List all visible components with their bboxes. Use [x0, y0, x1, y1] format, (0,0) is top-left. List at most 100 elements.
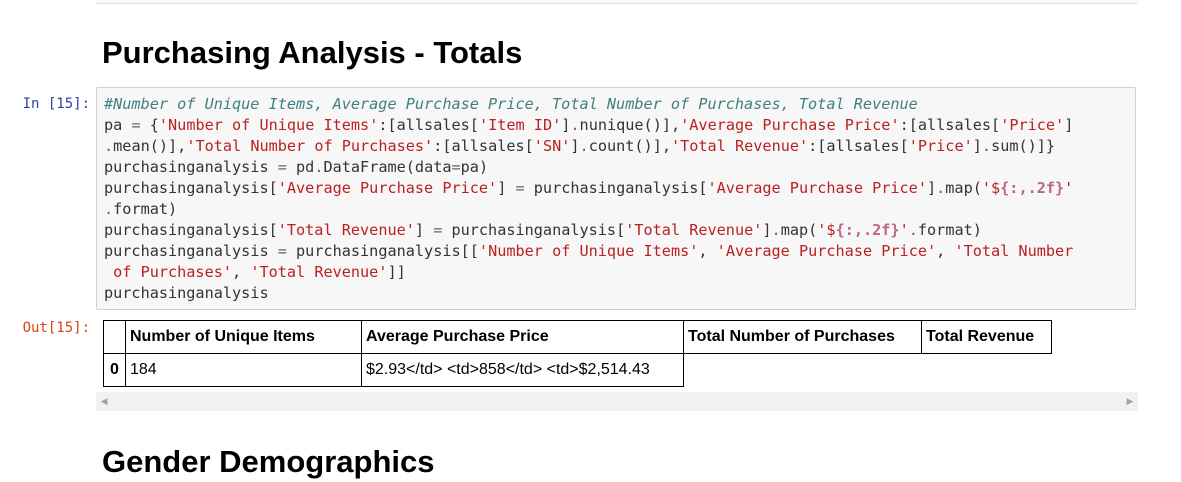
- code-token: 'Average Purchase Price': [716, 242, 937, 260]
- code-line: purchasinganalysis: [104, 283, 1129, 304]
- code-token: ,: [698, 242, 717, 260]
- code-lines: #Number of Unique Items, Average Purchas…: [104, 94, 1129, 304]
- code-token: ]: [926, 179, 937, 197]
- code-token: pd: [286, 158, 315, 176]
- horizontal-scrollbar[interactable]: ◀ ▶: [96, 392, 1138, 411]
- code-token: 'Price': [908, 137, 973, 155]
- code-token: =: [515, 179, 525, 197]
- code-token: #Number of Unique Items, Average Purchas…: [104, 95, 918, 113]
- code-token: 'Number of Unique Items': [158, 116, 379, 134]
- code-token: {:,.2f}: [835, 221, 900, 239]
- code-token: 'Total Revenue': [625, 221, 763, 239]
- code-token: count()],: [588, 137, 671, 155]
- code-token: :[allsales[: [378, 116, 479, 134]
- code-token: DataFrame(data: [323, 158, 452, 176]
- code-line: .format): [104, 199, 1129, 220]
- code-token: 'Average Purchase Price': [707, 179, 927, 197]
- code-line: purchasinganalysis['Average Purchase Pri…: [104, 178, 1129, 199]
- code-token: purchasinganalysis: [104, 242, 278, 260]
- code-token: ,: [232, 263, 251, 281]
- code-token: 'Item ID': [478, 116, 562, 134]
- code-token: ]]: [387, 263, 406, 281]
- code-token: nunique()],: [579, 116, 681, 134]
- code-token: ]: [570, 137, 580, 155]
- code-token: .: [104, 137, 114, 155]
- code-token: format): [113, 200, 178, 218]
- code-token: :[allsales[: [433, 137, 534, 155]
- code-token: purchasinganalysis[: [442, 221, 626, 239]
- code-token: '$: [981, 179, 1001, 197]
- code-line: #Number of Unique Items, Average Purchas…: [104, 94, 1129, 115]
- code-token: purchasinganalysis[: [524, 179, 708, 197]
- code-token: :[allsales[: [899, 116, 1001, 134]
- code-token: =: [451, 158, 461, 176]
- dataframe-output-table: Number of Unique Items Average Purchase …: [103, 320, 1052, 387]
- code-token: 'Average Purchase Price': [680, 116, 900, 134]
- code-token: mean()],: [113, 137, 187, 155]
- code-token: 'Total Revenue': [250, 263, 388, 281]
- code-token: map(: [945, 179, 982, 197]
- header-total-purchases: Total Number of Purchases: [683, 320, 922, 354]
- code-token: pa): [460, 158, 489, 176]
- code-token: .: [981, 137, 992, 155]
- scroll-left-icon[interactable]: ◀: [96, 392, 112, 411]
- cell-average-price: $2.93</td> <td>858</td> <td>$2,514.43: [361, 353, 684, 387]
- table-header-row: Number of Unique Items Average Purchase …: [103, 320, 1052, 354]
- code-token: format): [917, 221, 982, 239]
- code-token: 'Average Purchase Price': [277, 179, 498, 197]
- section-heading: Purchasing Analysis - Totals: [102, 35, 523, 70]
- cell-unique-items: 184: [125, 353, 362, 387]
- header-total-revenue: Total Revenue: [921, 320, 1052, 354]
- code-token: pa: [104, 116, 132, 134]
- code-token: '$: [817, 221, 836, 239]
- code-line: .mean()],'Total Number of Purchases':[al…: [104, 136, 1129, 157]
- code-token: .: [771, 221, 781, 239]
- code-token: purchasinganalysis[[: [286, 242, 479, 260]
- code-token: ,: [936, 242, 955, 260]
- code-token: ]: [497, 179, 516, 197]
- code-token: ': [899, 221, 909, 239]
- code-token: ]: [762, 221, 772, 239]
- code-line: purchasinganalysis['Total Revenue'] = pu…: [104, 220, 1129, 241]
- code-token: .: [570, 116, 580, 134]
- code-token: ]: [1064, 116, 1074, 134]
- code-token: map(: [780, 221, 818, 239]
- code-token: .: [579, 137, 589, 155]
- code-token: =: [131, 116, 141, 134]
- code-token: 'Number of Unique Items': [478, 242, 699, 260]
- code-token: purchasinganalysis: [104, 284, 269, 302]
- code-token: =: [277, 242, 287, 260]
- code-token: {:,.2f}: [1000, 179, 1065, 197]
- next-section-heading: Gender Demographics: [102, 444, 435, 479]
- code-token: ': [1064, 179, 1074, 197]
- code-token: ]: [414, 221, 434, 239]
- code-token: .: [936, 179, 946, 197]
- code-token: 'Total Number of Purchases': [186, 137, 434, 155]
- code-token: =: [433, 221, 443, 239]
- row-index: 0: [103, 353, 126, 387]
- code-token: 'Price': [1000, 116, 1065, 134]
- code-token: .: [908, 221, 918, 239]
- header-average-price: Average Purchase Price: [361, 320, 684, 354]
- code-token: 'Total Revenue': [277, 221, 415, 239]
- code-line: pa = {'Number of Unique Items':[allsales…: [104, 115, 1129, 136]
- scroll-right-icon[interactable]: ▶: [1122, 392, 1138, 411]
- code-token: purchasinganalysis[: [104, 179, 278, 197]
- code-token: sum()]}: [991, 137, 1056, 155]
- header-unique-items: Number of Unique Items: [125, 320, 362, 354]
- code-token: =: [277, 158, 287, 176]
- code-token: 'Total Number: [954, 242, 1074, 260]
- input-prompt: In [15]:: [22, 96, 90, 112]
- code-cell-editor[interactable]: #Number of Unique Items, Average Purchas…: [96, 87, 1136, 310]
- previous-cell-edge: [96, 0, 1138, 4]
- index-header: [103, 320, 126, 354]
- code-line: purchasinganalysis = pd.DataFrame(data=p…: [104, 157, 1129, 178]
- code-token: purchasinganalysis[: [104, 221, 278, 239]
- code-token: 'SN': [533, 137, 571, 155]
- code-token: of Purchases': [104, 263, 233, 281]
- code-token: :[allsales[: [808, 137, 909, 155]
- code-token: .: [104, 200, 114, 218]
- code-line: purchasinganalysis = purchasinganalysis[…: [104, 241, 1129, 262]
- code-token: {: [140, 116, 159, 134]
- code-token: purchasinganalysis: [104, 158, 278, 176]
